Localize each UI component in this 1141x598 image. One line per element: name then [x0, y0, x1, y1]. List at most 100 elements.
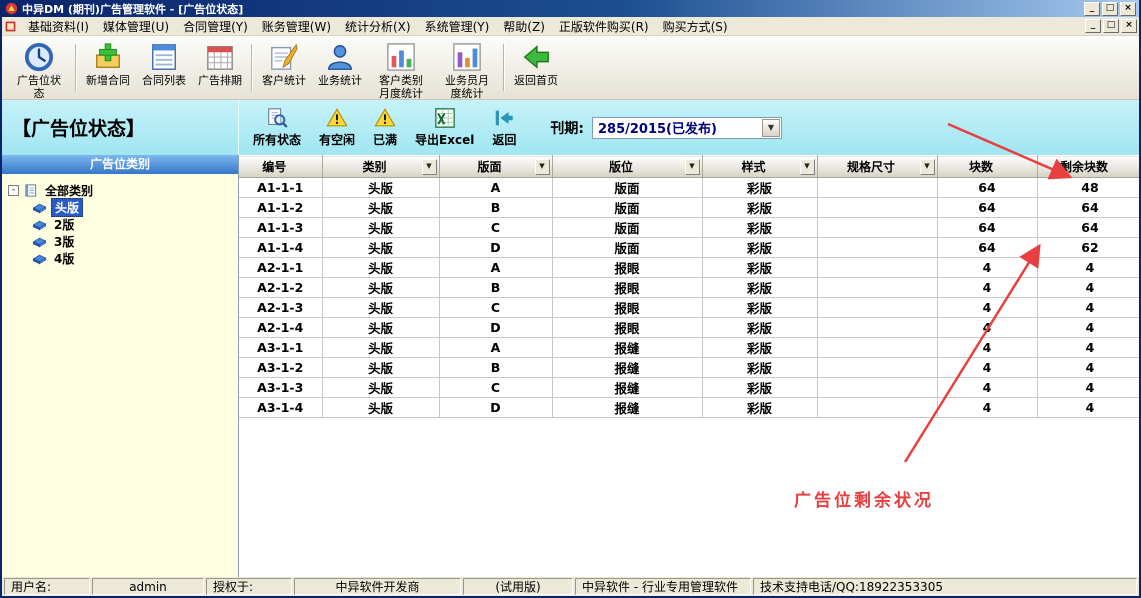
table-cell: A1-1-2 — [239, 198, 322, 218]
table-cell: 报缝 — [552, 338, 702, 358]
table-row[interactable]: A1-1-1头版A版面彩版6448 — [239, 178, 1139, 198]
toolbar-button-ad-schedule[interactable]: 广告排期 — [192, 38, 248, 97]
column-filter-button[interactable]: ▼ — [920, 159, 935, 175]
column-filter-button[interactable]: ▼ — [800, 159, 815, 175]
table-cell: 4 — [1037, 278, 1139, 298]
toolbar-button-new-contract[interactable]: 新增合同 — [80, 38, 136, 97]
table-row[interactable]: A3-1-1头版A报缝彩版44 — [239, 338, 1139, 358]
table-row[interactable]: A3-1-2头版B报缝彩版44 — [239, 358, 1139, 378]
menu-item-2[interactable]: 媒体管理(U) — [96, 16, 176, 37]
column-filter-button[interactable]: ▼ — [685, 159, 700, 175]
table-cell: 4 — [1037, 358, 1139, 378]
table-row[interactable]: A3-1-3头版C报缝彩版44 — [239, 378, 1139, 398]
table-cell — [817, 378, 937, 398]
menu-item-8[interactable]: 正版软件购买(R) — [552, 16, 656, 37]
menu-item-7[interactable]: 帮助(Z) — [496, 16, 552, 37]
column-header-5[interactable]: 样式▼ — [702, 156, 817, 178]
table-row[interactable]: A3-1-4头版D报缝彩版44 — [239, 398, 1139, 418]
band-button-label: 已满 — [373, 131, 397, 148]
band-button-label: 返回 — [492, 131, 516, 148]
column-header-3[interactable]: 版面▼ — [439, 156, 552, 178]
table-cell — [817, 298, 937, 318]
period-selector: 刊期: 285/2015(已发布) ▼ — [550, 117, 782, 139]
table-cell: B — [439, 358, 552, 378]
toolbar-button-salesman-monthly-stats[interactable]: 业务员月度统计 — [434, 38, 500, 97]
table-row[interactable]: A2-1-2头版B报眼彩版44 — [239, 278, 1139, 298]
toolbar-button-customer-monthly-stats[interactable]: 客户类别月度统计 — [368, 38, 434, 97]
band-button-export-excel[interactable]: 导出Excel — [415, 107, 474, 148]
table-cell: 头版 — [322, 298, 439, 318]
toolbar-button-customer-stats[interactable]: 客户统计 — [256, 38, 312, 97]
tree-item-2[interactable]: 2版 — [32, 216, 236, 233]
table-cell: A2-1-2 — [239, 278, 322, 298]
column-header-6[interactable]: 规格尺寸▼ — [817, 156, 937, 178]
child-restore-button[interactable]: □ — [1103, 19, 1119, 33]
combobox-arrow-icon[interactable]: ▼ — [762, 119, 780, 137]
column-header-4[interactable]: 版位 ▼ — [552, 156, 702, 178]
table-cell — [817, 258, 937, 278]
band-button-has-free[interactable]: 有空闲 — [319, 107, 355, 148]
table-cell: 头版 — [322, 218, 439, 238]
tree-expander-icon[interactable]: - — [8, 185, 19, 196]
table-row[interactable]: A2-1-1头版A报眼彩版44 — [239, 258, 1139, 278]
tree-item-1[interactable]: 头版 — [32, 199, 236, 216]
minimize-button[interactable]: _ — [1084, 2, 1100, 16]
sales-stats-icon — [325, 42, 355, 72]
column-header-8[interactable]: 剩余块数 — [1037, 156, 1139, 178]
menu-item-1[interactable]: 基础资料(I) — [21, 16, 96, 37]
table-cell — [817, 318, 937, 338]
table-cell: A1-1-1 — [239, 178, 322, 198]
table-cell: 4 — [937, 278, 1037, 298]
column-header-1[interactable]: 编号 — [239, 156, 322, 178]
annotation-text: 广告位剩余状况 — [794, 486, 934, 511]
menu-bar: 基础资料(I)媒体管理(U)合同管理(Y)账务管理(W)统计分析(X)系统管理(… — [2, 17, 1139, 36]
table-cell: 彩版 — [702, 238, 817, 258]
table-cell — [817, 338, 937, 358]
table-cell: 报缝 — [552, 358, 702, 378]
child-window-icon — [4, 20, 17, 33]
table-cell: 4 — [937, 358, 1037, 378]
menu-item-9[interactable]: 购买方式(S) — [656, 16, 735, 37]
toolbar-button-contract-list[interactable]: 合同列表 — [136, 38, 192, 97]
table-row[interactable]: A1-1-2头版B版面彩版6464 — [239, 198, 1139, 218]
table-cell: 彩版 — [702, 338, 817, 358]
column-filter-button[interactable]: ▼ — [535, 159, 550, 175]
tree-item-3[interactable]: 3版 — [32, 233, 236, 250]
menu-item-4[interactable]: 账务管理(W) — [255, 16, 338, 37]
menu-item-3[interactable]: 合同管理(Y) — [176, 16, 255, 37]
tree-item-4[interactable]: 4版 — [32, 250, 236, 267]
table-row[interactable]: A1-1-4头版D版面彩版6462 — [239, 238, 1139, 258]
table-cell — [817, 238, 937, 258]
book-icon — [32, 217, 47, 232]
clock-icon — [24, 42, 54, 72]
close-button[interactable]: × — [1120, 2, 1136, 16]
table-cell: 4 — [1037, 258, 1139, 278]
toolbar-separator — [503, 44, 505, 91]
table-row[interactable]: A2-1-3头版C报眼彩版44 — [239, 298, 1139, 318]
table-cell: C — [439, 218, 552, 238]
ad-positions-table: 编号类别▼版面▼版位▼样式▼规格尺寸▼块数剩余块数 A1-1-1头版A版面彩版6… — [239, 155, 1139, 418]
toolbar-button-sales-stats[interactable]: 业务统计 — [312, 38, 368, 97]
column-header-7[interactable]: 块数 — [937, 156, 1037, 178]
band-button-all-status[interactable]: 所有状态 — [253, 107, 301, 148]
table-row[interactable]: A1-1-3头版C版面彩版6464 — [239, 218, 1139, 238]
tree-root[interactable]: -全部类别 — [8, 182, 236, 199]
column-filter-button[interactable]: ▼ — [422, 159, 437, 175]
tree-item-label: 头版 — [51, 198, 83, 217]
toolbar-separator — [251, 44, 253, 91]
child-close-button[interactable]: × — [1121, 19, 1137, 33]
menu-item-5[interactable]: 统计分析(X) — [338, 16, 418, 37]
restore-button[interactable]: □ — [1102, 2, 1118, 16]
toolbar-button-home[interactable]: 返回首页 — [508, 38, 564, 97]
table-row[interactable]: A2-1-4头版D报眼彩版44 — [239, 318, 1139, 338]
menu-item-6[interactable]: 系统管理(Y) — [418, 16, 497, 37]
band-button-full[interactable]: 已满 — [373, 107, 397, 148]
column-header-2[interactable]: 类别▼ — [322, 156, 439, 178]
child-minimize-button[interactable]: _ — [1085, 19, 1101, 33]
period-combobox[interactable]: 285/2015(已发布) ▼ — [592, 117, 782, 139]
table-cell: A2-1-4 — [239, 318, 322, 338]
table-cell: 4 — [937, 378, 1037, 398]
toolbar-button-ad-status[interactable]: 广告位状态 — [6, 38, 72, 97]
column-header-label: 版位 — [609, 160, 633, 174]
band-button-return[interactable]: 返回 — [492, 107, 516, 148]
